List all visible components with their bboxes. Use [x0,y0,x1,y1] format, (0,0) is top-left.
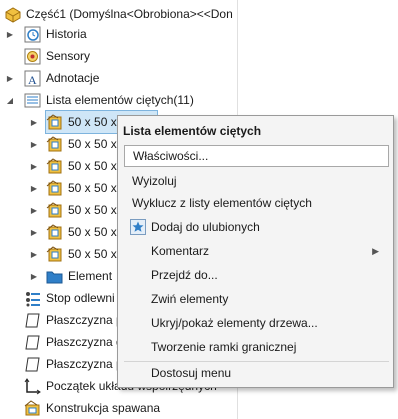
tree-item-sensors[interactable]: Sensory [24,45,90,67]
weldment-member-icon [46,113,63,131]
folder-icon [46,268,63,285]
tree-item-plane-front[interactable]: Płaszczyzna p [24,309,123,331]
tree-item-label: Płaszczyzna p [46,357,123,371]
tree-item-label: Historia [46,27,87,41]
plane-icon [24,334,41,351]
cut-list-item-label: 50 x 50 x [68,225,117,239]
menu-item-label: Wyizoluj [132,174,177,188]
weldment-member-icon [46,245,63,263]
weldment-member-icon [46,223,63,241]
menu-item-label: Komentarz [151,244,210,258]
menu-item-label: Ukryj/pokaż elementy drzewa... [151,316,318,330]
tree-item-label: Element [68,269,113,283]
menu-item-isolate[interactable]: Wyizoluj [124,170,389,192]
collapse-arrow-icon[interactable]: ◢ [6,96,14,105]
cut-list-icon [24,92,41,109]
menu-item-label: Tworzenie ramki granicznej [151,340,297,354]
cut-list-item[interactable]: 50 x 50 x [46,221,117,243]
menu-item-exclude-from-cut-list[interactable]: Wyklucz z listy elementów ciętych [124,192,389,214]
expand-arrow-icon[interactable]: ▶ [30,206,38,215]
menu-item-collapse-items[interactable]: Zwiń elementy [124,288,389,310]
cut-list-item[interactable]: 50 x 50 x [46,177,117,199]
cut-list-item[interactable]: 50 x 50 x [46,155,117,177]
menu-item-label: Przejdź do... [151,268,218,282]
menu-item-properties[interactable]: Właściwości... [124,145,389,167]
menu-item-hide-show-tree-items[interactable]: Ukryj/pokaż elementy drzewa... [124,312,389,334]
menu-item-customize-menu[interactable]: Dostosuj menu [124,362,389,384]
plane-icon [24,312,41,329]
cut-list-item-label: 50 x 50 x [68,247,117,261]
menu-item-go-to[interactable]: Przejdź do... [124,264,389,286]
expand-arrow-icon[interactable]: ▶ [6,30,14,39]
tree-item-label: Adnotacje [46,71,100,85]
menu-item-label: Dodaj do ulubionych [151,220,260,234]
context-menu: Lista elementów ciętych Właściwości... W… [117,115,394,388]
cut-list-item[interactable]: 50 x 50 x [46,243,117,265]
tree-item-label: Lista elementów ciętych(11) [46,93,194,107]
tree-item-cut-list[interactable]: Lista elementów ciętych(11) [24,89,194,111]
menu-item-label: Zwiń elementy [151,292,229,306]
favorite-star-icon [130,219,146,235]
weldment-member-icon [46,179,63,197]
tree-item-label: Stop odlewni [46,291,115,305]
weldment-member-icon [46,201,63,219]
menu-item-label: Wyklucz z listy elementów ciętych [132,196,312,210]
expand-arrow-icon[interactable]: ▶ [30,162,38,171]
cut-list-item[interactable]: 50 x 50 x [46,133,117,155]
expand-arrow-icon[interactable]: ▶ [30,140,38,149]
cut-list-item-label: 50 x 50 x [68,115,117,129]
weldment-member-icon [46,135,63,153]
tree-item-element-folder[interactable]: Element [46,265,112,287]
weldment-member-icon [46,157,63,175]
root-label: Część1 (Domyślna<Obrobiona><<Don [26,7,233,21]
tree-item-history[interactable]: Historia [24,23,87,45]
expand-arrow-icon[interactable]: ▶ [30,118,38,127]
menu-item-bounding-box[interactable]: Tworzenie ramki granicznej [124,336,389,358]
cut-list-item-label: 50 x 50 x [68,159,117,173]
submenu-arrow-icon: ▶ [372,245,379,256]
tree-item-label: Sensory [46,49,91,63]
tree-item-stop-odlewni[interactable]: Stop odlewni [24,287,115,309]
expand-arrow-icon[interactable]: ▶ [30,184,38,193]
weldment-icon [24,399,41,417]
tree-item-plane-right[interactable]: Płaszczyzna p [24,353,123,375]
menu-item-add-to-favorites[interactable]: Dodaj do ulubionych [124,216,389,238]
plane-icon [24,356,41,373]
history-icon [24,26,41,43]
tree-item-label: Konstrukcja spawana [46,401,161,415]
menu-item-label: Dostosuj menu [151,366,232,380]
menu-item-label: Właściwości... [133,149,209,163]
tree-item-label: Płaszczyzna p [46,313,123,327]
cut-list-item-label: 50 x 50 x [68,181,117,195]
expand-arrow-icon[interactable]: ▶ [30,228,38,237]
tree-root-part[interactable]: Część1 (Domyślna<Obrobiona><<Don [4,3,233,25]
expand-arrow-icon[interactable]: ▶ [30,272,38,281]
cut-list-item-label: 50 x 50 x [68,137,117,151]
tree-item-plane-top[interactable]: Płaszczyzna g [24,331,123,353]
expand-arrow-icon[interactable]: ▶ [6,74,14,83]
rollback-bar-icon [24,290,41,307]
annotation-icon: A [24,70,41,87]
tree-item-weldment[interactable]: Konstrukcja spawana [24,397,160,419]
context-menu-title: Lista elementów ciętych [123,124,262,138]
tree-item-annotations[interactable]: A Adnotacje [24,67,99,89]
expand-arrow-icon[interactable]: ▶ [30,250,38,259]
cut-list-item[interactable]: 50 x 50 x [46,199,117,221]
cut-list-item-label: 50 x 50 x [68,203,117,217]
part-icon [4,6,21,23]
origin-icon [24,377,41,395]
svg-text:A: A [28,73,37,87]
menu-item-comment[interactable]: Komentarz ▶ [124,240,389,262]
sensor-icon [24,48,41,65]
tree-item-label: Płaszczyzna g [46,335,123,349]
